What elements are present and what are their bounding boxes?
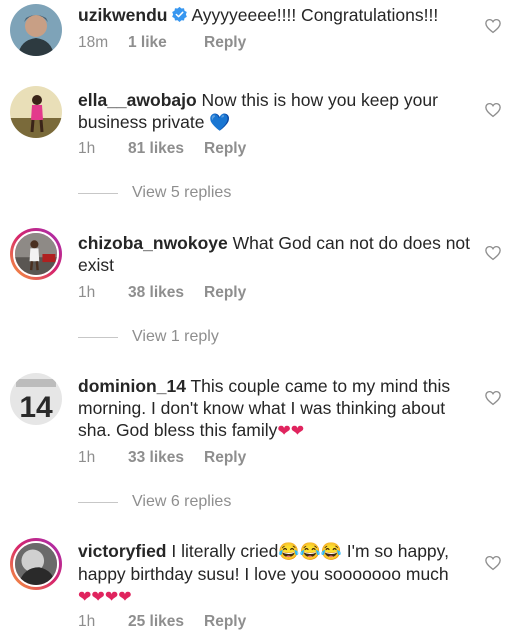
avatar-image (10, 4, 62, 56)
view-replies-button[interactable]: View 5 replies (78, 183, 231, 203)
comment-meta: 1h 38 likes Reply (78, 284, 246, 302)
avatar[interactable] (10, 86, 62, 138)
red-heart-emoji: ❤❤❤❤ (78, 589, 132, 606)
reply-button[interactable]: Reply (204, 449, 246, 467)
like-comment-button[interactable] (484, 389, 502, 407)
comment-text: ella__awobajo Now this is how you keep y… (78, 89, 478, 134)
comment-time: 1h (78, 613, 96, 630)
avatar-image (15, 543, 57, 585)
avatar-image (15, 233, 57, 275)
reply-button[interactable]: Reply (204, 613, 246, 631)
comment-text: victoryfied I literally cried😂😂😂 I'm so … (78, 540, 478, 609)
comment-time: 1h (78, 284, 96, 301)
heart-outline-icon (485, 245, 501, 261)
replies-divider (78, 501, 118, 503)
reply-button[interactable]: Reply (204, 284, 246, 302)
comment-meta: 1h 33 likes Reply (78, 449, 246, 467)
replies-divider (78, 336, 118, 338)
heart-outline-icon (485, 390, 501, 406)
comment-meta: 1h 25 likes Reply (78, 613, 246, 631)
comment-likes[interactable]: 38 likes (128, 284, 204, 302)
comment-body: Ayyyyeeee!!!! Congratulations!!! (191, 5, 439, 25)
comment-likes[interactable]: 81 likes (128, 140, 204, 158)
like-comment-button[interactable] (484, 17, 502, 35)
comment-username[interactable]: uzikwendu (78, 5, 167, 25)
avatar-number: 14 (19, 391, 53, 424)
view-replies-button[interactable]: View 6 replies (78, 492, 231, 512)
avatar-image: 14 (10, 373, 62, 425)
heart-outline-icon (485, 555, 501, 571)
view-replies-label: View 6 replies (132, 493, 232, 510)
blue-heart-emoji: 💙 (209, 113, 231, 132)
comment-likes[interactable]: 25 likes (128, 613, 204, 631)
heart-outline-icon (485, 18, 501, 34)
crying-laughing-emoji: 😂😂😂 (278, 542, 342, 561)
comment-text: dominion_14 This couple came to my mind … (78, 375, 478, 443)
reply-button[interactable]: Reply (204, 140, 246, 158)
comment-text: chizoba_nwokoye What God can not do does… (78, 232, 478, 276)
comment-likes[interactable]: 1 like (128, 34, 204, 52)
comment-time: 1h (78, 449, 96, 466)
like-comment-button[interactable] (484, 244, 502, 262)
verified-badge-icon (172, 6, 188, 22)
like-comment-button[interactable] (484, 101, 502, 119)
avatar[interactable] (10, 228, 62, 280)
comment-username[interactable]: ella__awobajo (78, 90, 197, 110)
like-comment-button[interactable] (484, 554, 502, 572)
comment-username[interactable]: chizoba_nwokoye (78, 233, 228, 253)
avatar-image (10, 86, 62, 138)
comment-time: 1h (78, 140, 96, 157)
comment-body: I literally cried (171, 541, 279, 561)
replies-divider (78, 192, 118, 194)
comment-username[interactable]: dominion_14 (78, 376, 186, 396)
comment-likes[interactable]: 33 likes (128, 449, 204, 467)
view-replies-label: View 1 reply (132, 328, 219, 345)
reply-button[interactable]: Reply (204, 34, 246, 52)
avatar[interactable] (10, 538, 62, 590)
red-heart-emoji: ❤❤ (277, 423, 305, 440)
comment-text: uzikwendu Ayyyyeeee!!!! Congratulations!!… (78, 4, 478, 26)
comment-username[interactable]: victoryfied (78, 541, 167, 561)
view-replies-button[interactable]: View 1 reply (78, 327, 219, 347)
comment-meta: 1h 81 likes Reply (78, 140, 246, 158)
comment-meta: 18m 1 like Reply (78, 34, 246, 52)
comment-time: 18m (78, 34, 109, 51)
heart-outline-icon (485, 102, 501, 118)
avatar[interactable] (10, 4, 62, 56)
avatar[interactable]: 14 (10, 373, 62, 425)
view-replies-label: View 5 replies (132, 184, 232, 201)
